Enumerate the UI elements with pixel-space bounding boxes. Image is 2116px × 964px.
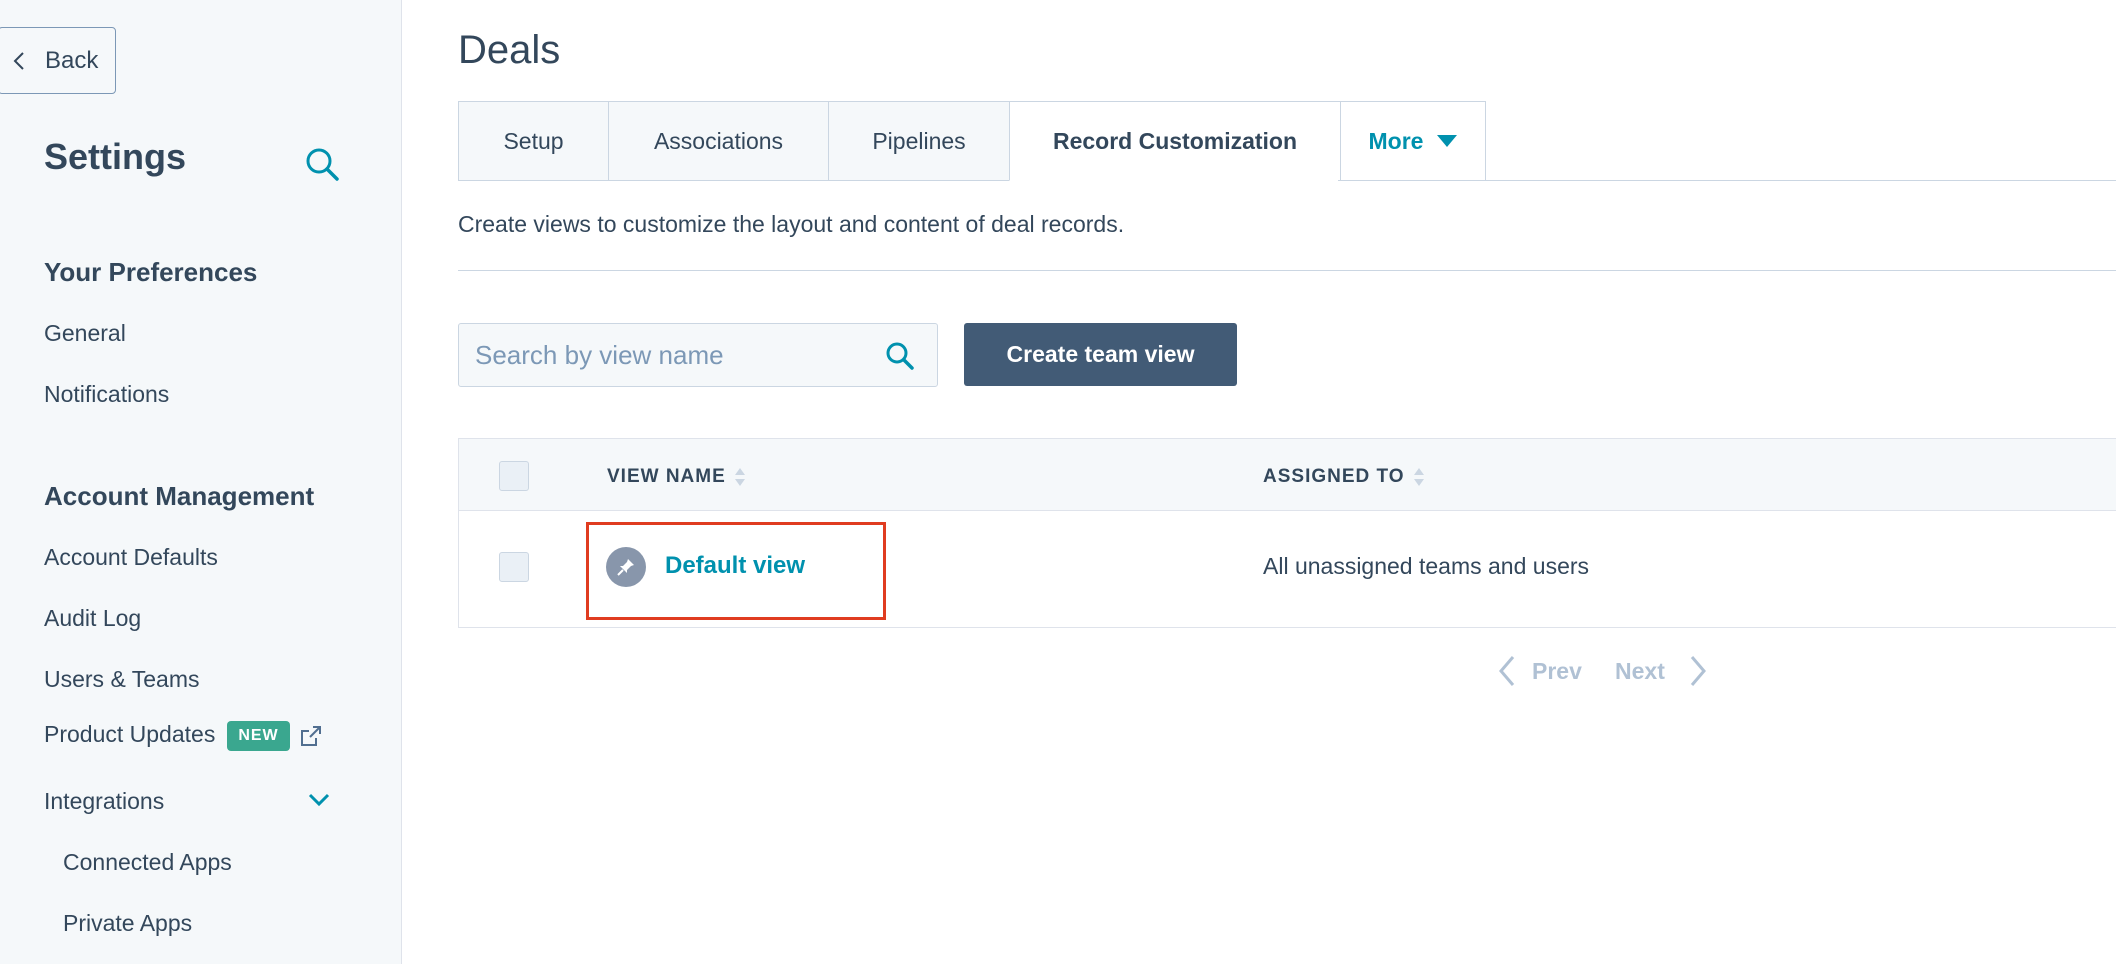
search-input[interactable]: [459, 338, 877, 372]
tab-more[interactable]: More: [1340, 101, 1486, 181]
pin-icon: [606, 547, 646, 587]
views-table: VIEW NAME ASSIGNED TO Default view All u…: [458, 438, 2116, 628]
section-heading-account-management: Account Management: [44, 481, 315, 511]
sidebar-item-integrations[interactable]: Integrations: [44, 788, 164, 815]
new-badge: NEW: [227, 721, 290, 751]
caret-down-icon: [1437, 135, 1458, 147]
column-header-label: VIEW NAME: [607, 466, 726, 487]
sidebar-item-audit-log[interactable]: Audit Log: [44, 605, 141, 632]
search-icon[interactable]: [304, 146, 340, 182]
column-header-assigned-to[interactable]: ASSIGNED TO: [1263, 466, 1425, 488]
select-all-checkbox[interactable]: [499, 461, 529, 491]
create-team-view-button[interactable]: Create team view: [964, 323, 1237, 386]
chevron-left-icon: [13, 51, 31, 71]
search-field[interactable]: [458, 323, 938, 387]
page-description: Create views to customize the layout and…: [458, 211, 1125, 237]
sort-icon[interactable]: [734, 466, 746, 488]
external-link-icon[interactable]: [300, 725, 322, 747]
table-header: VIEW NAME ASSIGNED TO: [459, 439, 2116, 511]
sidebar-item-account-defaults[interactable]: Account Defaults: [44, 544, 218, 571]
row-checkbox[interactable]: [499, 552, 529, 582]
sidebar-item-label: Product Updates: [44, 721, 216, 748]
default-view-link[interactable]: Default view: [665, 552, 805, 580]
settings-title: Settings: [44, 136, 187, 177]
tab-record-customization[interactable]: Record Customization: [1009, 101, 1341, 181]
sidebar-item-product-updates[interactable]: Product Updates NEW: [44, 721, 322, 751]
prev-button[interactable]: Prev: [1498, 655, 1582, 687]
sidebar-item-notifications[interactable]: Notifications: [44, 381, 169, 408]
settings-sidebar: Back Settings Your Preferences General N…: [0, 0, 402, 964]
next-label: Next: [1615, 657, 1665, 684]
assigned-to-cell: All unassigned teams and users: [1263, 553, 1590, 579]
tab-bar: Setup Associations Pipelines Record Cust…: [458, 101, 1486, 181]
chevron-right-icon: [1689, 655, 1707, 687]
back-label: Back: [45, 46, 99, 74]
column-header-view-name[interactable]: VIEW NAME: [607, 466, 746, 488]
tab-associations[interactable]: Associations: [608, 101, 829, 181]
chevron-down-icon[interactable]: [306, 789, 332, 809]
search-icon[interactable]: [885, 341, 915, 371]
sidebar-item-private-apps[interactable]: Private Apps: [63, 910, 192, 937]
prev-label: Prev: [1532, 657, 1582, 684]
divider: [458, 270, 2116, 271]
sort-icon[interactable]: [1413, 466, 1425, 488]
back-button[interactable]: Back: [0, 27, 116, 94]
sidebar-item-users-teams[interactable]: Users & Teams: [44, 666, 200, 693]
tab-pipelines[interactable]: Pipelines: [828, 101, 1010, 181]
sidebar-item-general[interactable]: General: [44, 320, 126, 347]
tabs-divider: [1338, 180, 2116, 181]
chevron-left-icon: [1498, 655, 1516, 687]
sidebar-item-connected-apps[interactable]: Connected Apps: [63, 849, 232, 876]
tab-more-label: More: [1368, 127, 1424, 154]
next-button[interactable]: Next: [1615, 655, 1707, 687]
section-heading-your-preferences: Your Preferences: [44, 257, 258, 287]
page-title: Deals: [458, 28, 561, 72]
column-header-label: ASSIGNED TO: [1263, 466, 1405, 487]
tab-setup[interactable]: Setup: [458, 101, 609, 181]
